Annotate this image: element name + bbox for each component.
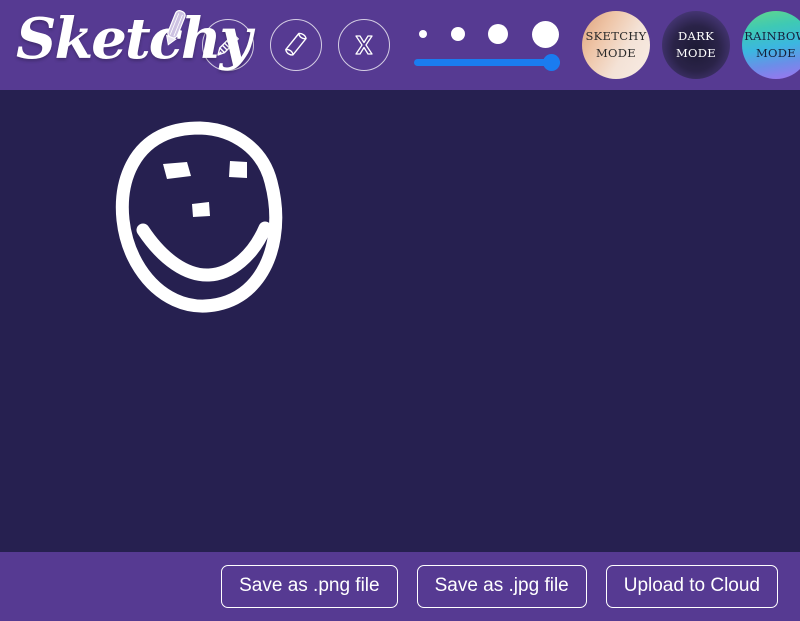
top-toolbar: Sketchy SKETCHY MODE DARK MODE RAINBO MO… xyxy=(0,0,800,90)
save-jpg-button[interactable]: Save as .jpg file xyxy=(416,565,587,608)
upload-cloud-button[interactable]: Upload to Cloud xyxy=(605,565,778,608)
app-title: Sketchy xyxy=(16,6,252,72)
mode-rainbow-line1: RAINBOW xyxy=(744,29,800,43)
mode-dark-line2: MODE xyxy=(675,46,717,60)
brush-size-preview xyxy=(415,20,559,48)
brush-size-group xyxy=(414,20,560,71)
mode-rainbow-button[interactable]: RAINBOW MODE xyxy=(742,11,800,79)
brush-size-dot-1[interactable] xyxy=(419,30,427,38)
mode-dark-line1: DARK xyxy=(678,29,714,43)
mode-dark-button[interactable]: DARK MODE xyxy=(662,11,730,79)
eraser-icon xyxy=(285,32,307,56)
mode-sketchy-line2: MODE xyxy=(595,46,637,60)
drawing-canvas[interactable] xyxy=(0,90,800,552)
mode-rainbow-line2: MODE xyxy=(755,46,797,60)
bottom-action-bar: Save as .png file Save as .jpg file Uplo… xyxy=(0,552,800,621)
save-png-button[interactable]: Save as .png file xyxy=(221,565,398,608)
mode-sketchy-line1: SKETCHY xyxy=(585,29,647,43)
app-logo: Sketchy xyxy=(0,0,252,90)
slider-track[interactable] xyxy=(414,59,560,66)
brush-size-slider[interactable] xyxy=(414,54,560,71)
tool-eraser-button[interactable] xyxy=(270,19,322,71)
mode-buttons-group: SKETCHY MODE DARK MODE RAINBOW MODE xyxy=(582,11,800,79)
brush-size-dot-4[interactable] xyxy=(531,20,559,48)
brush-size-dot-3[interactable] xyxy=(488,24,509,44)
canvas-drawing-smiley xyxy=(115,121,283,313)
sketchy-app: Sketchy SKETCHY MODE DARK MODE RAINBO MO… xyxy=(0,0,800,621)
x-icon xyxy=(355,35,373,55)
mode-sketchy-button[interactable]: SKETCHY MODE xyxy=(582,11,650,79)
tool-clear-button[interactable] xyxy=(338,19,390,71)
brush-size-dot-2[interactable] xyxy=(450,27,465,41)
slider-thumb[interactable] xyxy=(543,54,560,71)
